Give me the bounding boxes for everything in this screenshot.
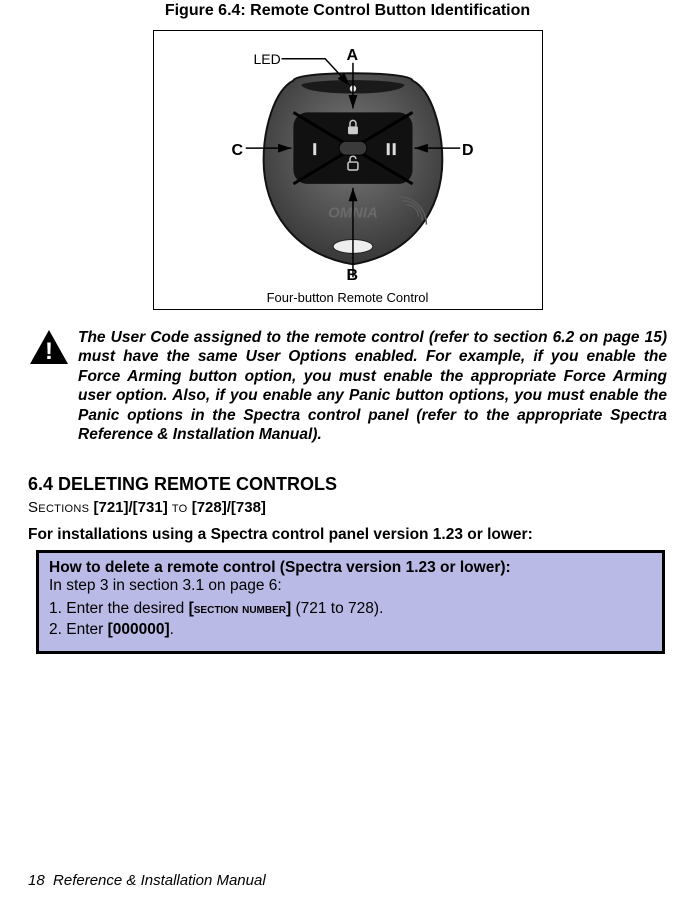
sections-line: Sections [721]/[731] to [728]/[738]: [28, 499, 667, 516]
howto-title: How to delete a remote control (Spectra …: [49, 559, 652, 577]
footer-text: Reference & Installation Manual: [53, 872, 266, 889]
howto-step-2: 2. Enter [000000].: [49, 620, 652, 641]
svg-text:!: !: [45, 338, 53, 365]
page-footer: 18 Reference & Installation Manual: [28, 872, 266, 889]
sections-prefix: Sections: [28, 499, 89, 516]
figure-title: Figure 6.4: Remote Control Button Identi…: [28, 2, 667, 20]
howto-box: How to delete a remote control (Spectra …: [36, 550, 665, 654]
howto-step-1: 1. Enter the desired [section number] (7…: [49, 599, 652, 620]
howto-sub: In step 3 in section 3.1 on page 6:: [49, 577, 652, 595]
warning-icon: !: [28, 328, 70, 366]
instruction-line: For installations using a Spectra contro…: [28, 526, 667, 544]
sections-range2: [728]/[738]: [192, 499, 266, 516]
warning-text: The User Code assigned to the remote con…: [78, 328, 667, 444]
sections-range1: [721]/[731]: [93, 499, 167, 516]
remote-illustration: OMNIA: [154, 31, 542, 309]
figure-caption: Four-button Remote Control: [154, 290, 542, 305]
section-heading: 6.4 DELETING REMOTE CONTROLS: [28, 474, 667, 495]
warning-block: ! The User Code assigned to the remote c…: [28, 328, 667, 444]
sections-mid: to: [172, 499, 188, 516]
page-number: 18: [28, 872, 45, 889]
figure-diagram: LED A B C D: [153, 30, 543, 310]
